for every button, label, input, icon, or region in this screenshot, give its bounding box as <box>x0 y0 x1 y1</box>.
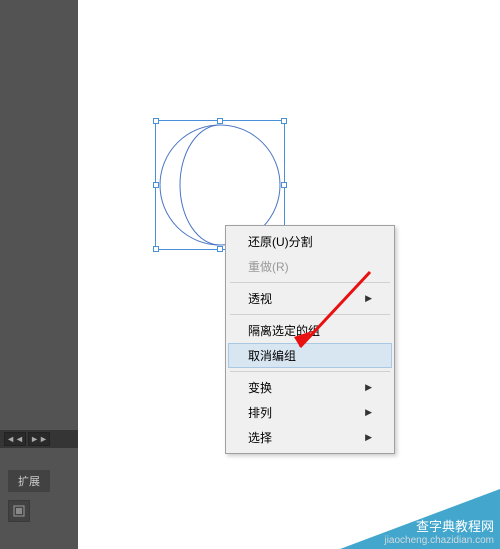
menu-separator <box>230 371 390 372</box>
watermark-text: 查字典教程网 jiaocheng.chazidian.com <box>384 519 494 547</box>
panel-nav: ◄◄ ►► <box>0 430 78 448</box>
menu-item-label: 透视 <box>248 290 272 307</box>
menu-undo[interactable]: 还原(U)分割 <box>228 229 392 254</box>
menu-item-label: 变换 <box>248 379 272 396</box>
menu-item-label: 还原(U)分割 <box>248 233 313 250</box>
submenu-arrow-icon: ▶ <box>365 407 372 418</box>
menu-separator <box>230 282 390 283</box>
watermark: 查字典教程网 jiaocheng.chazidian.com <box>340 489 500 549</box>
extension-icon[interactable] <box>8 500 30 522</box>
menu-isolate-group[interactable]: 隔离选定的组 <box>228 318 392 343</box>
menu-perspective[interactable]: 透视 ▶ <box>228 286 392 311</box>
side-panel <box>0 0 78 430</box>
menu-item-label: 选择 <box>248 429 272 446</box>
menu-separator <box>230 314 390 315</box>
menu-item-label: 取消编组 <box>248 347 296 364</box>
menu-item-label: 重做(R) <box>248 258 289 275</box>
watermark-title: 查字典教程网 <box>384 519 494 535</box>
watermark-url: jiaocheng.chazidian.com <box>384 535 494 547</box>
submenu-arrow-icon: ▶ <box>365 293 372 304</box>
context-menu: 还原(U)分割 重做(R) 透视 ▶ 隔离选定的组 取消编组 变换 ▶ 排列 ▶ 选择… <box>225 225 395 454</box>
menu-redo: 重做(R) <box>228 254 392 279</box>
extension-panel: 扩展 <box>0 448 78 549</box>
menu-item-label: 排列 <box>248 404 272 421</box>
panel-collapse-left[interactable]: ◄◄ <box>4 432 26 446</box>
menu-ungroup[interactable]: 取消编组 <box>228 343 392 368</box>
submenu-arrow-icon: ▶ <box>365 432 372 443</box>
menu-transform[interactable]: 变换 ▶ <box>228 375 392 400</box>
menu-select[interactable]: 选择 ▶ <box>228 425 392 450</box>
panel-collapse-right[interactable]: ►► <box>28 432 50 446</box>
submenu-arrow-icon: ▶ <box>365 382 372 393</box>
extension-tab-label[interactable]: 扩展 <box>8 470 50 492</box>
menu-arrange[interactable]: 排列 ▶ <box>228 400 392 425</box>
menu-item-label: 隔离选定的组 <box>248 322 320 339</box>
